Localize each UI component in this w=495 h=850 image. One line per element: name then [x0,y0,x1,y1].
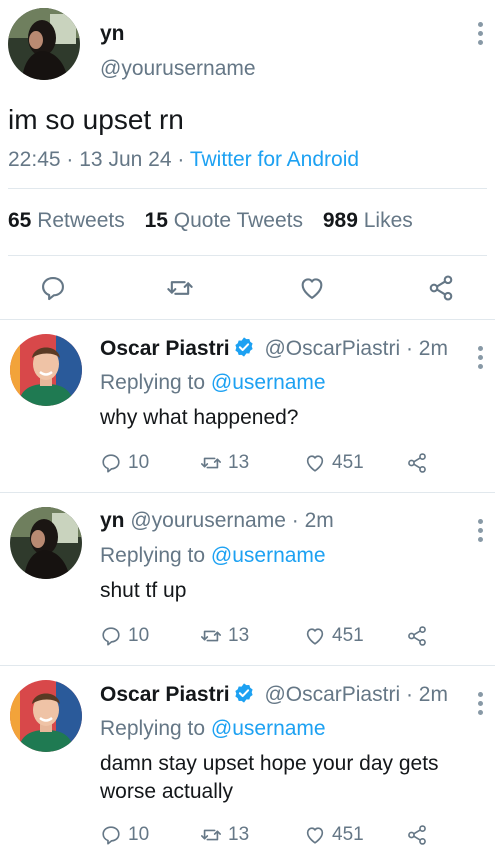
retweet-button[interactable]: 13 [200,824,249,846]
share-icon [408,626,426,646]
reply-actions: 10 13 451 [100,452,480,478]
replying-to-link[interactable]: @username [211,717,326,740]
more-options-icon[interactable] [473,22,487,45]
more-options-icon[interactable] [473,346,487,369]
user-name[interactable]: Oscar Piastri [100,683,230,706]
retweet-count: 13 [228,452,250,473]
reply-tweet[interactable]: yn @yourusername · 2m Replying to @usern… [0,493,495,666]
tweet-source-link[interactable]: Twitter for Android [190,148,359,171]
user-handle[interactable]: @yourusername [130,509,286,532]
share-icon[interactable] [421,268,461,308]
reply-button[interactable]: 10 [100,824,149,846]
avatar[interactable] [10,334,82,406]
reply-icon[interactable] [33,268,73,308]
reply-tweet[interactable]: Oscar Piastri @OscarPiastri · 2m Replyin… [0,320,495,493]
tweet-time: · 2m [405,683,448,706]
replying-to: Replying to @username [100,544,326,567]
divider [8,188,487,189]
retweet-icon [201,829,221,841]
tweet-time: · 2m [405,337,448,360]
reply-count: 10 [128,625,150,646]
user-handle[interactable]: @OscarPiastri [264,337,400,360]
reply-tweet[interactable]: Oscar Piastri @OscarPiastri · 2m Replyin… [0,666,495,850]
more-options-icon[interactable] [473,692,487,715]
user-name[interactable]: yn [100,22,125,46]
user-name[interactable]: yn [100,509,125,532]
reply-icon [102,627,120,646]
like-count: 451 [332,824,364,845]
share-button[interactable] [406,824,428,846]
verified-badge-icon [234,683,253,703]
tweet-text: im so upset rn [8,104,184,135]
share-button[interactable] [406,625,428,647]
reply-header: Oscar Piastri @OscarPiastri · 2m [100,682,448,707]
tweet-date: 13 Jun 24 [79,148,172,171]
reply-button[interactable]: 10 [100,452,149,474]
replying-to: Replying to @username [100,371,326,394]
like-count: 451 [332,452,364,473]
heart-icon [306,827,324,844]
tweet-actions [0,268,495,308]
divider [8,255,487,256]
user-handle[interactable]: @OscarPiastri [264,683,400,706]
share-button[interactable] [406,452,428,474]
avatar[interactable] [10,680,82,752]
replying-to: Replying to @username [100,717,326,740]
heart-icon[interactable] [292,268,332,308]
retweets-stat[interactable]: 65 Retweets [8,209,125,232]
likes-stat[interactable]: 989 Likes [323,209,413,232]
reply-count: 10 [128,452,150,473]
meta-separator: · [66,148,74,171]
retweet-icon[interactable] [160,268,200,308]
reply-button[interactable]: 10 [100,625,149,647]
retweet-count: 13 [228,824,250,845]
meta-separator: · [177,148,185,171]
reply-text: shut tf up [100,579,187,602]
share-icon [408,825,426,845]
like-button[interactable]: 451 [304,452,364,474]
reply-icon [102,454,120,473]
retweet-button[interactable]: 13 [200,625,249,647]
retweet-icon [201,457,221,469]
reply-text: damn stay upset hope your day gets worse… [100,752,439,803]
reply-header: Oscar Piastri @OscarPiastri · 2m [100,336,448,361]
retweet-button[interactable]: 13 [200,452,249,474]
avatar[interactable] [10,507,82,579]
replying-to-link[interactable]: @username [211,371,326,394]
reply-header: yn @yourusername · 2m [100,509,334,533]
user-handle[interactable]: @yourusername [100,57,256,81]
tweet-stats: 65 Retweets 15 Quote Tweets 989 Likes [8,209,413,233]
like-button[interactable]: 451 [304,625,364,647]
avatar[interactable] [8,8,80,80]
retweet-icon [201,630,221,642]
quote-tweets-stat[interactable]: 15 Quote Tweets [145,209,303,232]
more-options-icon[interactable] [473,519,487,542]
user-name[interactable]: Oscar Piastri [100,337,230,360]
retweet-count: 13 [228,625,250,646]
reply-icon [102,826,120,845]
tweet-meta: 22:45 · 13 Jun 24 · Twitter for Android [8,148,359,172]
share-icon [408,453,426,473]
reply-actions: 10 13 451 [100,824,480,850]
reply-text: why what happened? [100,406,299,429]
replying-to-link[interactable]: @username [211,544,326,567]
tweet-time: · 2m [291,509,334,532]
like-count: 451 [332,625,364,646]
tweet-time: 22:45 [8,148,61,171]
heart-icon [306,628,324,645]
like-button[interactable]: 451 [304,824,364,846]
reply-actions: 10 13 451 [100,625,480,651]
reply-count: 10 [128,824,150,845]
verified-badge-icon [234,337,253,357]
main-tweet: yn @yourusername im so upset rn 22:45 · … [0,0,495,320]
heart-icon [306,455,324,472]
